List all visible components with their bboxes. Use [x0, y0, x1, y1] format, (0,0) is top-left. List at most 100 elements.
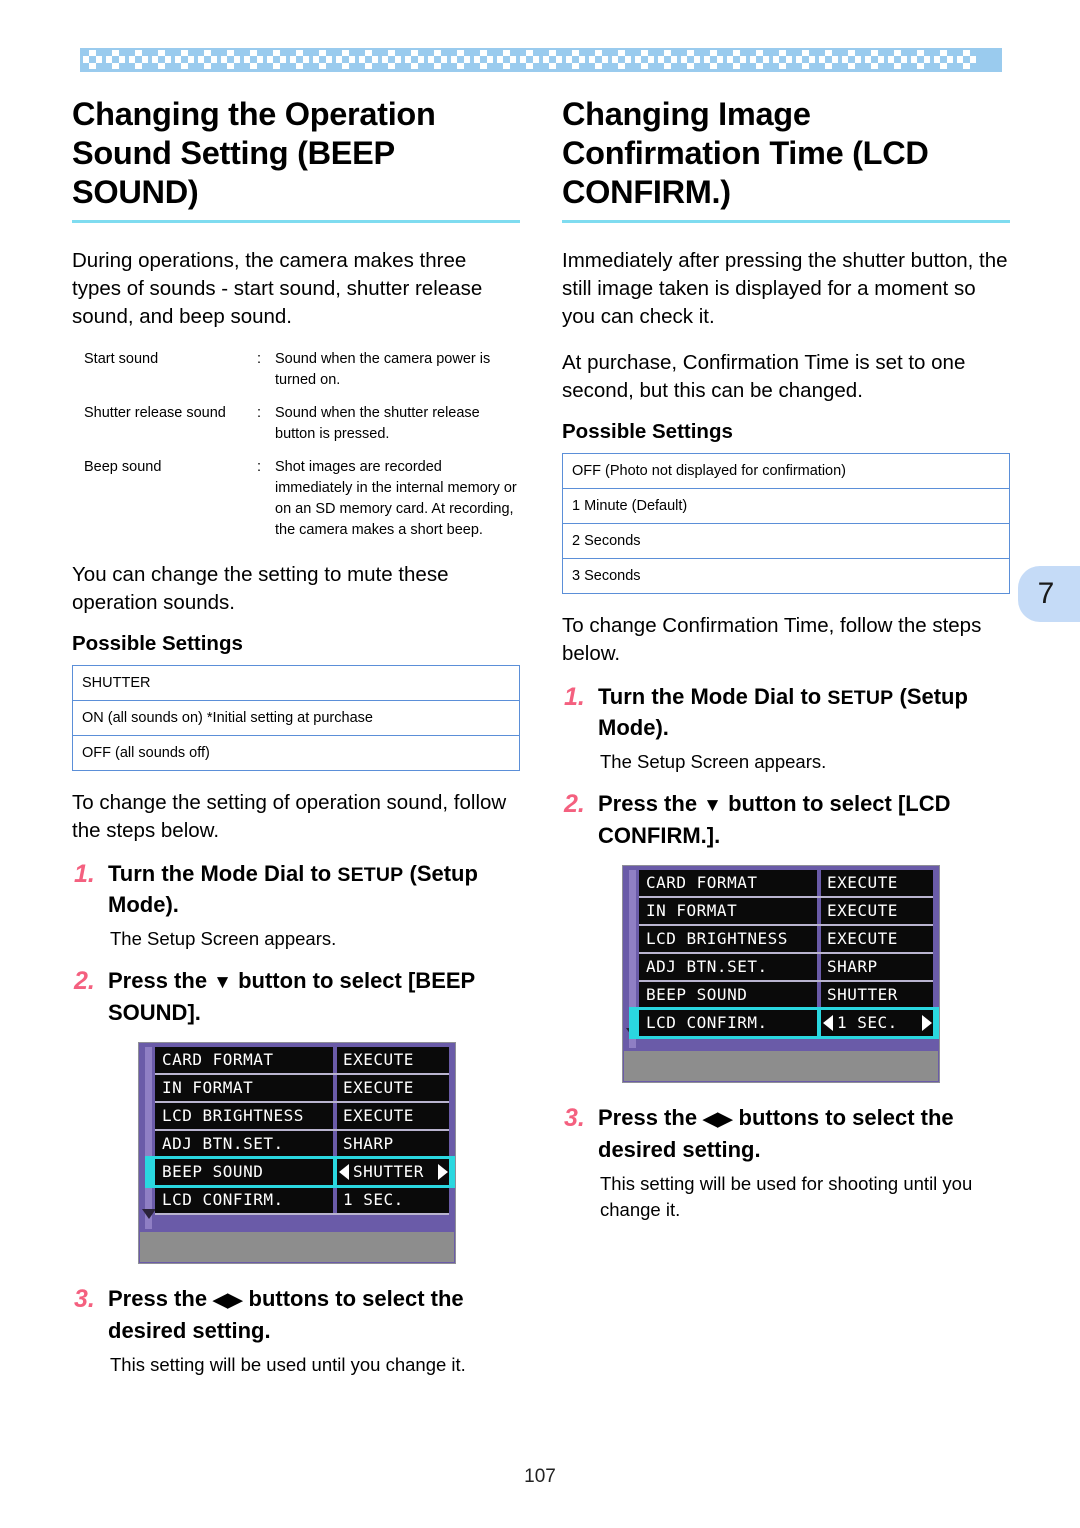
step-text-before: Turn the Mode Dial to: [108, 861, 338, 886]
motif-row: [80, 48, 1002, 72]
lcd-menu-row[interactable]: LCD BRIGHTNESS EXECUTE: [639, 926, 933, 954]
definition-row: Start sound : Sound when the camera powe…: [72, 349, 520, 391]
lcd-setup-screen-right: CARD FORMAT EXECUTE IN FORMAT EXECUTE LCD BR…: [622, 865, 940, 1083]
lcd-menu-row[interactable]: ADJ BTN.SET. SHARP: [155, 1131, 449, 1159]
clover-motif-icon: [290, 50, 310, 70]
clover-motif-icon: [221, 50, 241, 70]
definition-term: Shutter release sound: [84, 405, 226, 421]
left-right-arrows-icon: ◀▶: [213, 1290, 243, 1311]
table-cell: ON (all sounds on) *Initial setting at p…: [72, 700, 520, 736]
table-cell: 1 Minute (Default): [562, 488, 1010, 524]
table-row: OFF (Photo not displayed for confirmatio…: [562, 453, 1010, 489]
possible-settings-table-right: OFF (Photo not displayed for confirmatio…: [562, 453, 1010, 594]
sound-types-list: Start sound : Sound when the camera powe…: [72, 349, 520, 541]
lcd-row-separator: [155, 1213, 449, 1215]
definition-colon: :: [257, 351, 262, 367]
table-row: 3 Seconds: [562, 558, 1010, 594]
clover-motif-icon: [658, 50, 678, 70]
clover-motif-icon: [336, 50, 356, 70]
lcd-menu-row[interactable]: LCD CONFIRM. 1 SEC.: [155, 1187, 449, 1215]
down-arrow-icon: ▼: [213, 972, 232, 993]
definition-term: Beep sound: [84, 459, 162, 475]
lcd-menu-row[interactable]: CARD FORMAT EXECUTE: [155, 1047, 449, 1075]
lcd-left-arrow-icon[interactable]: [823, 1015, 833, 1031]
step-number: 2.: [564, 790, 585, 818]
definition-desc: Sound when the camera power is turned on…: [275, 351, 491, 388]
lcd-bottom-bar: [624, 1051, 938, 1081]
lcd-menu-value: SHUTTER: [337, 1159, 449, 1185]
clover-motif-icon: [842, 50, 862, 70]
left-right-arrows-icon: ◀▶: [703, 1109, 733, 1130]
step-1-left: 1. Turn the Mode Dial to SETUP (Setup Mo…: [72, 859, 520, 920]
setup-mode-tag: SETUP: [827, 687, 894, 709]
intro-paragraph-2-right: At purchase, Confirmation Time is set to…: [562, 351, 966, 402]
step-text: Press the ◀▶ buttons to select the desir…: [598, 1103, 1010, 1165]
clover-motif-icon: [773, 50, 793, 70]
step-text: Press the ◀▶ buttons to select the desir…: [108, 1284, 520, 1346]
lcd-menu-row[interactable]: LCD CONFIRM. 1 SEC.: [629, 1007, 939, 1039]
left-column: Changing the Operation Sound Setting (BE…: [72, 95, 520, 1378]
step-text: Press the ▼ button to select [LCD CONFIR…: [598, 789, 1010, 851]
mute-note-paragraph: You can change the setting to mute these…: [72, 563, 449, 614]
clover-motif-icon: [267, 50, 287, 70]
lcd-menu-label: IN FORMAT: [155, 1075, 333, 1101]
lcd-menu-row[interactable]: IN FORMAT EXECUTE: [639, 898, 933, 926]
definition-row: Shutter release sound : Sound when the s…: [72, 403, 520, 445]
possible-settings-table-left: SHUTTER ON (all sounds on) *Initial sett…: [72, 665, 520, 771]
decorative-header-band: [80, 48, 1002, 72]
clover-motif-icon: [83, 50, 103, 70]
step-text: Press the ▼ button to select [BEEP SOUND…: [108, 966, 520, 1028]
manual-page: Changing the Operation Sound Setting (BE…: [0, 0, 1080, 1528]
lcd-menu-label: ADJ BTN.SET.: [155, 1131, 333, 1157]
clover-motif-icon: [313, 50, 333, 70]
title-rule-left: [72, 220, 520, 223]
step-3-note-right: This setting will be used for shooting u…: [600, 1173, 973, 1220]
clover-motif-icon: [382, 50, 402, 70]
lcd-menu-row[interactable]: BEEP SOUND SHUTTER: [639, 982, 933, 1010]
lcd-right-arrow-icon[interactable]: [922, 1015, 932, 1031]
lcd-menu-row[interactable]: ADJ BTN.SET. SHARP: [639, 954, 933, 982]
step-3-left: 3. Press the ◀▶ buttons to select the de…: [72, 1284, 520, 1346]
step-text-before: Press the: [108, 1286, 214, 1311]
step-text: Turn the Mode Dial to SETUP (Setup Mode)…: [598, 682, 1010, 743]
scroll-rail: [145, 1047, 152, 1229]
clover-motif-icon: [635, 50, 655, 70]
clover-motif-icon: [589, 50, 609, 70]
lcd-left-arrow-icon[interactable]: [339, 1164, 349, 1180]
chapter-tab: 7: [1018, 566, 1080, 622]
clover-motif-icon: [957, 50, 977, 70]
step-number: 3.: [74, 1285, 95, 1313]
lcd-menu-label: BEEP SOUND: [155, 1159, 333, 1185]
lcd-menu-value: EXECUTE: [821, 926, 933, 952]
lcd-menu-label: BEEP SOUND: [639, 982, 817, 1008]
lcd-menu-value: EXECUTE: [337, 1103, 449, 1129]
clover-motif-icon: [888, 50, 908, 70]
step-text: Turn the Mode Dial to SETUP (Setup Mode)…: [108, 859, 520, 920]
clover-motif-icon: [198, 50, 218, 70]
lcd-right-arrow-icon[interactable]: [438, 1164, 448, 1180]
lcd-menu-row[interactable]: LCD BRIGHTNESS EXECUTE: [155, 1103, 449, 1131]
table-cell: 2 Seconds: [562, 523, 1010, 559]
lcd-menu-row[interactable]: BEEP SOUND SHUTTER: [145, 1156, 455, 1188]
clover-motif-icon: [727, 50, 747, 70]
table-row: OFF (all sounds off): [72, 735, 520, 771]
clover-motif-icon: [750, 50, 770, 70]
clover-motif-icon: [796, 50, 816, 70]
step-text-before: Turn the Mode Dial to: [598, 684, 828, 709]
clover-motif-icon: [428, 50, 448, 70]
lcd-menu-row[interactable]: IN FORMAT EXECUTE: [155, 1075, 449, 1103]
page-title-right: Changing Image Confirmation Time (LCD CO…: [562, 96, 929, 210]
step-number: 1.: [74, 860, 95, 888]
page-number-folio: 107: [524, 1466, 556, 1487]
definition-desc: Sound when the shutter release button is…: [275, 405, 480, 442]
lcd-menu-label: LCD CONFIRM.: [639, 1010, 817, 1036]
step-text-before: Press the: [108, 968, 214, 993]
clover-motif-icon: [405, 50, 425, 70]
clover-motif-icon: [175, 50, 195, 70]
definition-row: Beep sound : Shot images are recorded im…: [72, 457, 520, 541]
step-number: 3.: [564, 1104, 585, 1132]
step-3-note-left: This setting will be used until you chan…: [110, 1354, 466, 1375]
step-text-before: Press the: [598, 791, 704, 816]
lcd-menu-value: SHUTTER: [821, 982, 933, 1008]
lcd-menu-row[interactable]: CARD FORMAT EXECUTE: [639, 870, 933, 898]
